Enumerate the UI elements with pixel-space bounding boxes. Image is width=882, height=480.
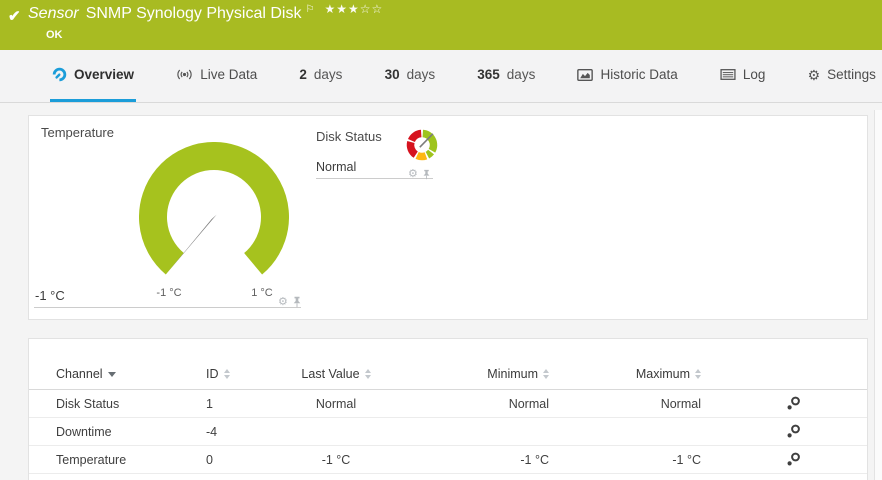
sort-both-icon xyxy=(224,369,230,379)
stars-empty: ☆☆ xyxy=(360,2,384,16)
column-header-label: Last Value xyxy=(301,367,359,381)
sensor-status-badge: OK xyxy=(46,29,63,41)
column-header-id[interactable]: ID xyxy=(206,367,281,381)
tab-overview[interactable]: Overview xyxy=(50,50,136,102)
column-header-minimum[interactable]: Minimum xyxy=(391,367,549,381)
sensor-title-line: Sensor SNMP Synology Physical Disk⚐ ★★★☆☆ xyxy=(28,5,383,23)
channel-id: -4 xyxy=(206,425,281,439)
table-row: Temperature 0 -1 °C -1 °C -1 °C xyxy=(29,446,867,474)
gear-icon[interactable]: ⚙ xyxy=(408,169,418,180)
sensor-type-label: Sensor xyxy=(28,5,79,22)
temperature-last-value: -1 °C xyxy=(35,288,65,303)
channel-maximum: -1 °C xyxy=(549,453,701,467)
tab-bar: Overview Live Data 2 days 30 days 365 da… xyxy=(0,50,882,103)
channel-name[interactable]: Disk Status xyxy=(56,397,206,411)
sensor-header: ✔ Sensor SNMP Synology Physical Disk⚐ ★★★☆… xyxy=(0,0,882,50)
column-header-last-value[interactable]: Last Value xyxy=(281,367,391,381)
column-header-channel[interactable]: Channel xyxy=(56,367,206,381)
channel-settings-icon[interactable] xyxy=(786,452,801,467)
channel-minimum: -1 °C xyxy=(391,453,549,467)
column-header-maximum[interactable]: Maximum xyxy=(549,367,701,381)
channels-table: Channel ID Last Value Minimum Maximum xyxy=(29,359,867,474)
tab-number: 2 xyxy=(299,67,307,82)
table-row: Downtime -4 xyxy=(29,418,867,446)
disk-status-gauge xyxy=(401,124,443,166)
priority-stars[interactable]: ★★★☆☆ xyxy=(324,2,383,16)
tab-number: 30 xyxy=(385,67,400,82)
tab-unit: days xyxy=(407,67,436,82)
channel-last-value: Normal xyxy=(281,397,391,411)
ok-check-icon: ✔ xyxy=(8,7,21,25)
tab-label: Log xyxy=(743,67,766,82)
broadcast-icon xyxy=(176,68,193,81)
disk-status-last-value: Normal xyxy=(316,160,356,174)
temperature-gauge-actions: ⚙ xyxy=(278,296,302,308)
gauges-panel: Temperature -1 °C 1 °C -1 °C ⚙ Disk Stat… xyxy=(28,115,868,320)
sort-both-icon xyxy=(695,369,701,379)
channel-last-value: -1 °C xyxy=(281,453,391,467)
channel-name[interactable]: Downtime xyxy=(56,425,206,439)
tab-2-days[interactable]: 2 days xyxy=(297,50,344,102)
sort-desc-icon xyxy=(108,372,116,377)
scrollbar[interactable] xyxy=(874,110,882,480)
pin-icon[interactable] xyxy=(292,296,302,308)
table-row: Disk Status 1 Normal Normal Normal xyxy=(29,390,867,418)
area-chart-icon xyxy=(577,68,593,82)
temperature-gauge xyxy=(139,142,289,292)
tab-unit: days xyxy=(314,67,343,82)
column-header-label: Minimum xyxy=(487,367,538,381)
channel-minimum: Normal xyxy=(391,397,549,411)
tab-label: Overview xyxy=(74,67,134,82)
gear-icon: ⚙ xyxy=(808,68,821,82)
column-header-label: Maximum xyxy=(636,367,690,381)
gear-icon[interactable]: ⚙ xyxy=(278,297,288,308)
tab-label: Settings xyxy=(827,67,876,82)
stars-filled: ★★★ xyxy=(324,2,359,16)
column-header-label: ID xyxy=(206,367,219,381)
temperature-min-label: -1 °C xyxy=(141,287,197,299)
gauge-icon xyxy=(52,67,67,82)
channel-id: 1 xyxy=(206,397,281,411)
gauge-needle xyxy=(168,215,217,273)
channel-maximum: Normal xyxy=(549,397,701,411)
disk-status-gauge-actions: ⚙ xyxy=(408,169,431,180)
channel-settings-icon[interactable] xyxy=(786,424,801,439)
channel-settings-icon[interactable] xyxy=(786,396,801,411)
channel-name[interactable]: Temperature xyxy=(56,453,206,467)
tab-unit: days xyxy=(507,67,536,82)
tab-log[interactable]: Log xyxy=(718,50,768,102)
temperature-gauge-title: Temperature xyxy=(41,125,114,140)
column-header-label: Channel xyxy=(56,367,103,381)
channels-panel: Channel ID Last Value Minimum Maximum xyxy=(28,338,868,480)
sensor-title: SNMP Synology Physical Disk xyxy=(86,5,302,22)
table-header-row: Channel ID Last Value Minimum Maximum xyxy=(29,359,867,390)
disk-status-gauge-title: Disk Status xyxy=(316,129,382,144)
temperature-divider xyxy=(34,307,301,308)
tab-365-days[interactable]: 365 days xyxy=(475,50,537,102)
pin-icon[interactable] xyxy=(422,169,431,180)
tab-30-days[interactable]: 30 days xyxy=(383,50,438,102)
tab-settings[interactable]: ⚙ Settings xyxy=(806,50,878,102)
tab-label: Historic Data xyxy=(600,67,677,82)
tab-live-data[interactable]: Live Data xyxy=(174,50,259,102)
tab-number: 365 xyxy=(477,67,500,82)
sensor-overview-page: ✔ Sensor SNMP Synology Physical Disk⚐ ★★★☆… xyxy=(0,0,882,480)
tab-historic-data[interactable]: Historic Data xyxy=(575,50,679,102)
tab-label: Live Data xyxy=(200,67,257,82)
log-list-icon xyxy=(720,68,736,81)
sort-both-icon xyxy=(365,369,371,379)
channel-id: 0 xyxy=(206,453,281,467)
flag-icon[interactable]: ⚐ xyxy=(305,4,314,15)
